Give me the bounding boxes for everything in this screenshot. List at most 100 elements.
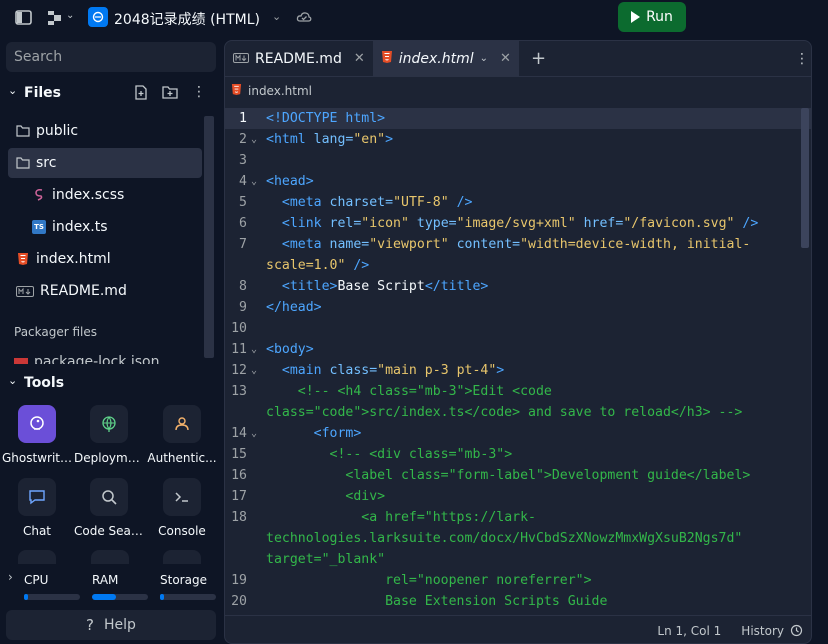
line-number: 5: [239, 195, 247, 210]
line-number: 16: [231, 468, 247, 483]
help-button[interactable]: ? Help: [6, 610, 216, 640]
code-line[interactable]: 7 <meta name="viewport" content="width=d…: [225, 234, 811, 255]
tool-settings-partial[interactable]: [163, 550, 201, 564]
code-line[interactable]: 5 <meta charset="UTF-8" />: [225, 192, 811, 213]
tree-item-label: README.md: [40, 283, 127, 299]
fold-chevron-icon[interactable]: ⌄: [251, 339, 257, 360]
close-tab-icon[interactable]: ✕: [500, 51, 511, 66]
title-chevron-icon[interactable]: ⌄: [272, 10, 281, 23]
top-bar: ⌄ 2048记录成绩 (HTML) ⌄ Run: [0, 0, 828, 36]
breadcrumb-file[interactable]: index.html: [248, 84, 312, 98]
fold-chevron-icon[interactable]: ⌄: [251, 129, 257, 150]
tab-index-html[interactable]: index.html ⌄ ✕: [372, 41, 519, 77]
code-line[interactable]: 18 <a href="https://lark-: [225, 507, 811, 528]
tool-authentication[interactable]: Authentic...: [145, 405, 219, 465]
code-line[interactable]: 4 ⌄ <head>: [225, 171, 811, 192]
code-line[interactable]: 10: [225, 318, 811, 339]
code-line[interactable]: 17 <div>: [225, 486, 811, 507]
tools-section-header[interactable]: ⌄ Tools: [0, 372, 222, 394]
code-line[interactable]: 15 <!-- <div class="mb-3">: [225, 444, 811, 465]
line-number: 1: [239, 111, 247, 126]
run-label: Run: [646, 9, 673, 25]
code-area[interactable]: 1 <!DOCTYPE html> 2 ⌄ <html lang="en"> 3 4 ⌄ <he…: [225, 108, 811, 613]
replit-logo-icon[interactable]: [46, 9, 64, 27]
chevron-down-icon[interactable]: ⌄: [480, 53, 488, 64]
code-line[interactable]: 2 ⌄ <html lang="en">: [225, 129, 811, 150]
history-button[interactable]: History: [741, 624, 803, 638]
sidebar-scrollbar[interactable]: [204, 116, 214, 358]
code-line[interactable]: scale=1.0" />: [225, 255, 811, 276]
tool-console[interactable]: Console: [145, 478, 219, 538]
run-button[interactable]: Run: [618, 2, 686, 32]
code-line[interactable]: 20 Base Extension Scripts Guide: [225, 591, 811, 612]
code-line[interactable]: 9 </head>: [225, 297, 811, 318]
sidebar-toggle-icon[interactable]: [14, 8, 32, 26]
code-line[interactable]: technologies.larksuite.com/docx/HvCbdSzX…: [225, 528, 811, 549]
code-line[interactable]: class="code">src/index.ts</code> and sav…: [225, 402, 811, 423]
more-options-icon[interactable]: ⋮: [795, 51, 809, 67]
chevron-down-icon[interactable]: ⌄: [8, 374, 17, 387]
tree-item-index-scss[interactable]: index.scss: [26, 180, 202, 210]
code-text: technologies.larksuite.com/docx/HvCbdSzX…: [266, 531, 743, 546]
cursor-position[interactable]: Ln 1, Col 1: [657, 624, 721, 638]
code-text: <!-- <h4 class="mb-3">Edit <code: [297, 384, 552, 399]
close-tab-icon[interactable]: ✕: [354, 51, 365, 66]
files-section-header[interactable]: ⌄ Files ⋮: [0, 82, 222, 104]
more-options-icon[interactable]: ⋮: [192, 84, 206, 100]
code-line[interactable]: 6 <link rel="icon" type="image/svg+xml" …: [225, 213, 811, 234]
tree-item-index-ts[interactable]: TS index.ts: [26, 212, 202, 242]
tree-item-label: package-lock.json: [34, 354, 160, 364]
tool-chat[interactable]: Chat: [0, 478, 74, 538]
code-line[interactable]: 11 ⌄ <body>: [225, 339, 811, 360]
code-text: <html lang="en">: [266, 132, 394, 147]
tree-item-package-lock[interactable]: package-lock.json: [14, 350, 204, 364]
tool-label: Chat: [22, 524, 52, 538]
tool-object-storage-partial[interactable]: [91, 550, 129, 564]
code-line[interactable]: 3: [225, 150, 811, 171]
code-line[interactable]: target="_blank": [225, 549, 811, 570]
line-number: 13: [231, 384, 247, 399]
fold-chevron-icon[interactable]: ⌄: [251, 423, 257, 444]
history-icon: [790, 624, 803, 637]
code-line[interactable]: 1 <!DOCTYPE html>: [225, 108, 811, 129]
code-line[interactable]: 12 ⌄ <main class="main p-3 pt-4">: [225, 360, 811, 381]
line-number: 10: [231, 321, 247, 336]
tab-readme[interactable]: README.md ✕: [225, 41, 373, 77]
new-folder-icon[interactable]: [162, 85, 178, 103]
tool-database-partial[interactable]: [18, 550, 56, 564]
cloud-sync-icon[interactable]: [296, 9, 312, 29]
chevron-down-icon[interactable]: ⌄: [8, 84, 17, 97]
code-line[interactable]: 16 <label class="form-label">Development…: [225, 465, 811, 486]
editor-tabs: README.md ✕ index.html ⌄ ✕ + ⋮: [225, 41, 811, 77]
chevron-right-icon[interactable]: ›: [8, 570, 13, 584]
tool-deployments[interactable]: Deployme...: [72, 405, 146, 465]
code-line[interactable]: 14 ⌄ <form>: [225, 423, 811, 444]
tree-item-src[interactable]: src: [8, 148, 202, 178]
ram-bar: [92, 594, 148, 600]
new-file-icon[interactable]: [134, 85, 148, 104]
fold-chevron-icon[interactable]: ⌄: [251, 171, 257, 192]
search-input[interactable]: Search: [6, 42, 216, 72]
repl-title[interactable]: 2048记录成绩 (HTML): [114, 9, 260, 29]
code-line[interactable]: 19 rel="noopener noreferrer">: [225, 570, 811, 591]
add-tab-icon[interactable]: +: [531, 48, 546, 69]
tool-ghostwriter[interactable]: Ghostwriter: [0, 405, 74, 465]
cpu-bar-fill: [24, 594, 29, 600]
history-label: History: [741, 623, 784, 638]
code-line[interactable]: 13 <!-- <h4 class="mb-3">Edit <code: [225, 381, 811, 402]
tool-label: Ghostwriter: [2, 451, 73, 465]
resource-stats[interactable]: › CPU RAM Storage: [0, 564, 222, 604]
tree-item-readme[interactable]: README.md: [8, 276, 202, 306]
tree-item-public[interactable]: public: [8, 116, 202, 146]
fold-chevron-icon[interactable]: ⌄: [251, 360, 257, 381]
code-line[interactable]: 8 <title>Base Script</title>: [225, 276, 811, 297]
code-text: scale=1.0" />: [266, 258, 370, 273]
editor-scrollbar[interactable]: [801, 108, 809, 248]
code-text: <form>: [313, 426, 362, 441]
tool-code-search[interactable]: Code Sear...: [72, 478, 146, 538]
breadcrumb[interactable]: index.html: [231, 81, 312, 101]
tree-item-index-html[interactable]: index.html: [8, 244, 202, 274]
help-label: Help: [104, 617, 136, 633]
html5-icon: [381, 50, 393, 68]
chevron-down-icon[interactable]: ⌄: [66, 10, 74, 21]
